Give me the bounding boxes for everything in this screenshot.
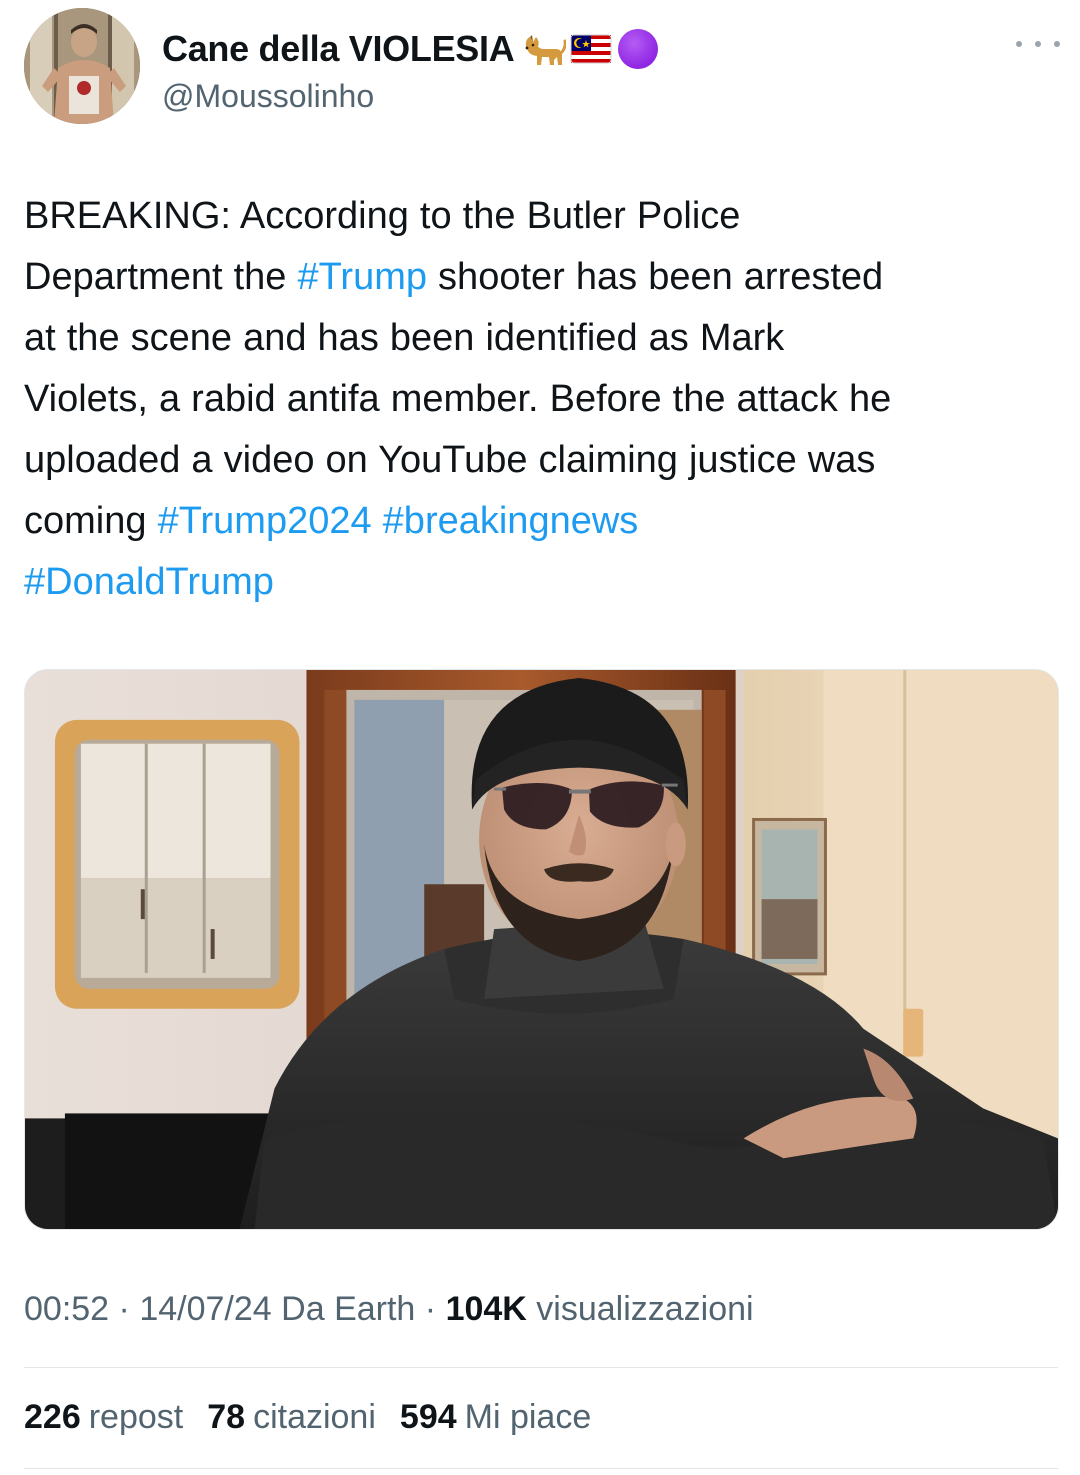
more-dot — [1054, 41, 1060, 47]
tweet-text-line: coming #Trump2024 #breakingnews — [24, 491, 1064, 552]
tweet-text-segment: Department the — [24, 256, 298, 298]
views-label[interactable]: visualizzazioni — [536, 1290, 753, 1328]
tweet-text-line: #DonaldTrump — [24, 552, 1064, 613]
meta-separator: · — [118, 1290, 130, 1328]
tweet-text: BREAKING: According to the Butler Police… — [24, 186, 1064, 613]
hashtag-link[interactable]: #Trump2024 — [158, 500, 372, 542]
author-name-row: Cane della VIOLESIA — [162, 24, 660, 74]
tweet-text-segment: coming — [24, 500, 158, 542]
views-count[interactable]: 104K — [446, 1290, 527, 1328]
divider — [24, 1367, 1058, 1368]
media-image — [25, 670, 1058, 1229]
tweet-text-line: at the scene and has been identified as … — [24, 308, 1064, 369]
tweet-time[interactable]: 00:52 — [24, 1290, 109, 1328]
tweet-text-line: BREAKING: According to the Butler Police — [24, 186, 1064, 247]
author-display-name[interactable]: Cane della VIOLESIA — [162, 28, 515, 70]
hashtag-link[interactable]: #DonaldTrump — [24, 561, 274, 603]
more-options-icon[interactable] — [1016, 34, 1060, 54]
tweet-text-segment: shooter has been arrested — [427, 256, 884, 298]
engagement-stats: 226 repost 78 citazioni 594 Mi piace — [24, 1398, 591, 1437]
dog-emoji-icon — [526, 35, 567, 65]
likes-label: Mi piace — [464, 1398, 592, 1436]
reposts-stat[interactable]: 226 repost — [24, 1398, 183, 1437]
hashtag-link[interactable]: #Trump — [297, 256, 427, 298]
tweet-media-photo[interactable] — [24, 669, 1059, 1230]
tweet-text-line: Violets, a rabid antifa member. Before t… — [24, 369, 1064, 430]
reposts-label: repost — [88, 1398, 184, 1436]
tweet-text-segment: Violets, a rabid antifa member. Before t… — [24, 378, 892, 420]
quotes-label: citazioni — [253, 1398, 376, 1436]
quotes-count: 78 — [207, 1398, 246, 1436]
tweet-text-segment: at the scene and has been identified as … — [24, 317, 785, 359]
reposts-count: 226 — [24, 1398, 81, 1436]
likes-count: 594 — [399, 1398, 457, 1436]
malaysia-flag-icon — [570, 34, 612, 64]
author-avatar[interactable] — [24, 8, 140, 124]
more-dot — [1035, 41, 1041, 47]
tweet-header: Cane della VIOLESIA @Moussolinho — [24, 8, 1060, 126]
purple-circle-icon — [618, 29, 659, 69]
author-badges — [522, 27, 660, 71]
hashtag-link[interactable]: #breakingnews — [383, 500, 639, 542]
avatar-photo — [24, 8, 140, 124]
tweet-source[interactable]: Earth — [334, 1290, 415, 1328]
tweet-text-segment: BREAKING: According to the Butler Police — [24, 195, 741, 237]
divider — [24, 1468, 1058, 1469]
tweet-text-line: uploaded a video on YouTube claiming jus… — [24, 430, 1064, 491]
tweet-text-segment — [372, 500, 383, 542]
likes-stat[interactable]: 594 Mi piace — [400, 1398, 591, 1437]
tweet-date[interactable]: 14/07/24 — [139, 1290, 271, 1328]
more-dot — [1016, 41, 1022, 47]
tweet-text-line: Department the #Trump shooter has been a… — [24, 247, 1064, 308]
meta-separator: · — [424, 1290, 437, 1328]
tweet-source-prefix: Da — [281, 1290, 325, 1328]
tweet-meta: 00:52 · 14/07/24 Da Earth · 104K visuali… — [24, 1290, 754, 1329]
tweet-text-segment: uploaded a video on YouTube claiming jus… — [24, 439, 876, 481]
author-handle[interactable]: @Moussolinho — [162, 78, 374, 115]
quotes-stat[interactable]: 78 citazioni — [207, 1398, 376, 1437]
